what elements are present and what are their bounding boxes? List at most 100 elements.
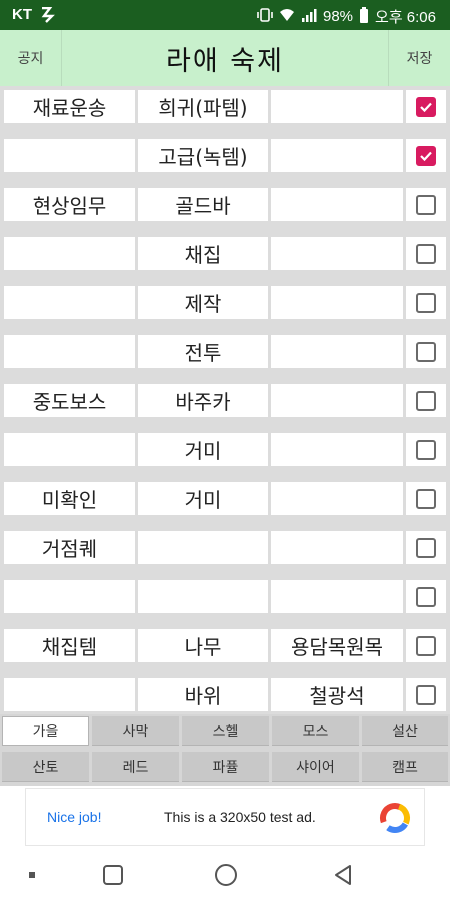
ad-banner[interactable]: Nice job! This is a 320x50 test ad.: [25, 788, 425, 846]
tab-moss[interactable]: 모스: [272, 716, 359, 746]
task-checkbox[interactable]: [416, 684, 436, 705]
home-icon[interactable]: [213, 862, 239, 888]
detail-cell[interactable]: [271, 286, 403, 319]
task-checkbox[interactable]: [416, 145, 436, 166]
nav-menu-dot-icon[interactable]: [24, 862, 40, 888]
task-checkbox[interactable]: [416, 635, 436, 656]
category-cell[interactable]: [4, 433, 135, 466]
task-cell[interactable]: [138, 531, 268, 564]
vibrate-icon: [257, 7, 273, 27]
detail-cell[interactable]: 용담목원목: [271, 629, 403, 662]
tab-desert[interactable]: 사막: [92, 716, 179, 746]
category-cell[interactable]: 중도보스: [4, 384, 135, 417]
task-checkbox[interactable]: [416, 439, 436, 460]
carrier-label: KT: [12, 6, 32, 23]
task-row: 거점퀘: [0, 527, 450, 576]
detail-cell[interactable]: [271, 482, 403, 515]
task-cell[interactable]: 전투: [138, 335, 268, 368]
tab-snow-mountain[interactable]: 설산: [362, 716, 448, 746]
task-checkbox[interactable]: [416, 390, 436, 411]
task-row: 미확인 거미: [0, 478, 450, 527]
category-cell[interactable]: 거점퀘: [4, 531, 135, 564]
ad-logo-icon: [380, 803, 410, 833]
category-cell[interactable]: [4, 237, 135, 270]
task-row: [0, 576, 450, 625]
task-cell[interactable]: 바주카: [138, 384, 268, 417]
task-checkbox[interactable]: [416, 243, 436, 264]
page-title: 라애 숙제: [166, 45, 284, 77]
notice-button[interactable]: 공지: [0, 30, 62, 86]
category-cell[interactable]: 현상임무: [4, 188, 135, 221]
detail-cell[interactable]: [271, 237, 403, 270]
ad-nice-job-label: Nice job!: [47, 809, 102, 825]
tab-shel[interactable]: 스헬: [182, 716, 269, 746]
task-row: 재료운송 희귀(파템): [0, 86, 450, 135]
save-button[interactable]: 저장: [388, 30, 450, 86]
task-row: 고급(녹템): [0, 135, 450, 184]
tab-shire[interactable]: 샤이어: [272, 752, 359, 782]
checkmark-icon: [420, 151, 432, 161]
category-cell[interactable]: [4, 335, 135, 368]
task-cell[interactable]: 골드바: [138, 188, 268, 221]
tab-camp[interactable]: 캠프: [362, 752, 448, 782]
category-cell[interactable]: 재료운송: [4, 90, 135, 123]
back-icon[interactable]: [331, 862, 355, 888]
battery-percent: 98%: [323, 8, 354, 25]
task-grid: 재료운송 희귀(파템) 고급(녹템) 현상임무 골드바 채집 제작 전투 중도보…: [0, 86, 450, 714]
detail-cell[interactable]: [271, 531, 403, 564]
detail-cell[interactable]: [271, 433, 403, 466]
signal-icon: [301, 7, 317, 27]
app-header: 공지 라애 숙제 저장: [0, 30, 450, 86]
task-row: 전투: [0, 331, 450, 380]
checkmark-icon: [420, 102, 432, 112]
task-row: 거미: [0, 429, 450, 478]
task-cell[interactable]: 채집: [138, 237, 268, 270]
system-nav-bar: [0, 849, 450, 900]
category-cell[interactable]: [4, 286, 135, 319]
detail-cell[interactable]: [271, 90, 403, 123]
task-checkbox[interactable]: [416, 586, 436, 607]
detail-cell[interactable]: [271, 139, 403, 172]
task-cell[interactable]: 거미: [138, 433, 268, 466]
detail-cell[interactable]: [271, 188, 403, 221]
task-checkbox[interactable]: [416, 341, 436, 362]
status-bar: KT 98% 오후 6:06: [0, 0, 450, 30]
detail-cell[interactable]: 철광석: [271, 678, 403, 711]
task-cell[interactable]: 제작: [138, 286, 268, 319]
region-tab-bar: 가을 사막 스헬 모스 설산 산토 레드 파퓰 샤이어 캠프: [0, 714, 450, 786]
task-cell[interactable]: 고급(녹템): [138, 139, 268, 172]
task-checkbox[interactable]: [416, 96, 436, 117]
wifi-icon: [279, 7, 295, 27]
detail-cell[interactable]: [271, 580, 403, 613]
task-row: 현상임무 골드바: [0, 184, 450, 233]
clock: 오후 6:06: [375, 9, 436, 26]
battery-icon: [359, 6, 369, 27]
task-checkbox[interactable]: [416, 488, 436, 509]
category-cell[interactable]: [4, 580, 135, 613]
task-cell[interactable]: 거미: [138, 482, 268, 515]
tab-autumn[interactable]: 가을: [2, 716, 89, 746]
task-row: 중도보스 바주카: [0, 380, 450, 429]
category-cell[interactable]: [4, 139, 135, 172]
task-cell[interactable]: 희귀(파템): [138, 90, 268, 123]
task-row: 채집: [0, 233, 450, 282]
task-row: 채집템 나무 용담목원목: [0, 625, 450, 674]
task-checkbox[interactable]: [416, 537, 436, 558]
recent-apps-icon[interactable]: [100, 862, 126, 888]
task-row: 제작: [0, 282, 450, 331]
detail-cell[interactable]: [271, 384, 403, 417]
ad-text: This is a 320x50 test ad.: [164, 809, 316, 825]
task-cell[interactable]: 바위: [138, 678, 268, 711]
tab-santo[interactable]: 산토: [2, 752, 89, 782]
task-cell[interactable]: [138, 580, 268, 613]
category-cell[interactable]: 채집템: [4, 629, 135, 662]
tab-papul[interactable]: 파퓰: [182, 752, 269, 782]
task-checkbox[interactable]: [416, 194, 436, 215]
carrier-logo-icon: [40, 6, 58, 28]
category-cell[interactable]: [4, 678, 135, 711]
task-checkbox[interactable]: [416, 292, 436, 313]
task-cell[interactable]: 나무: [138, 629, 268, 662]
tab-red[interactable]: 레드: [92, 752, 179, 782]
detail-cell[interactable]: [271, 335, 403, 368]
category-cell[interactable]: 미확인: [4, 482, 135, 515]
